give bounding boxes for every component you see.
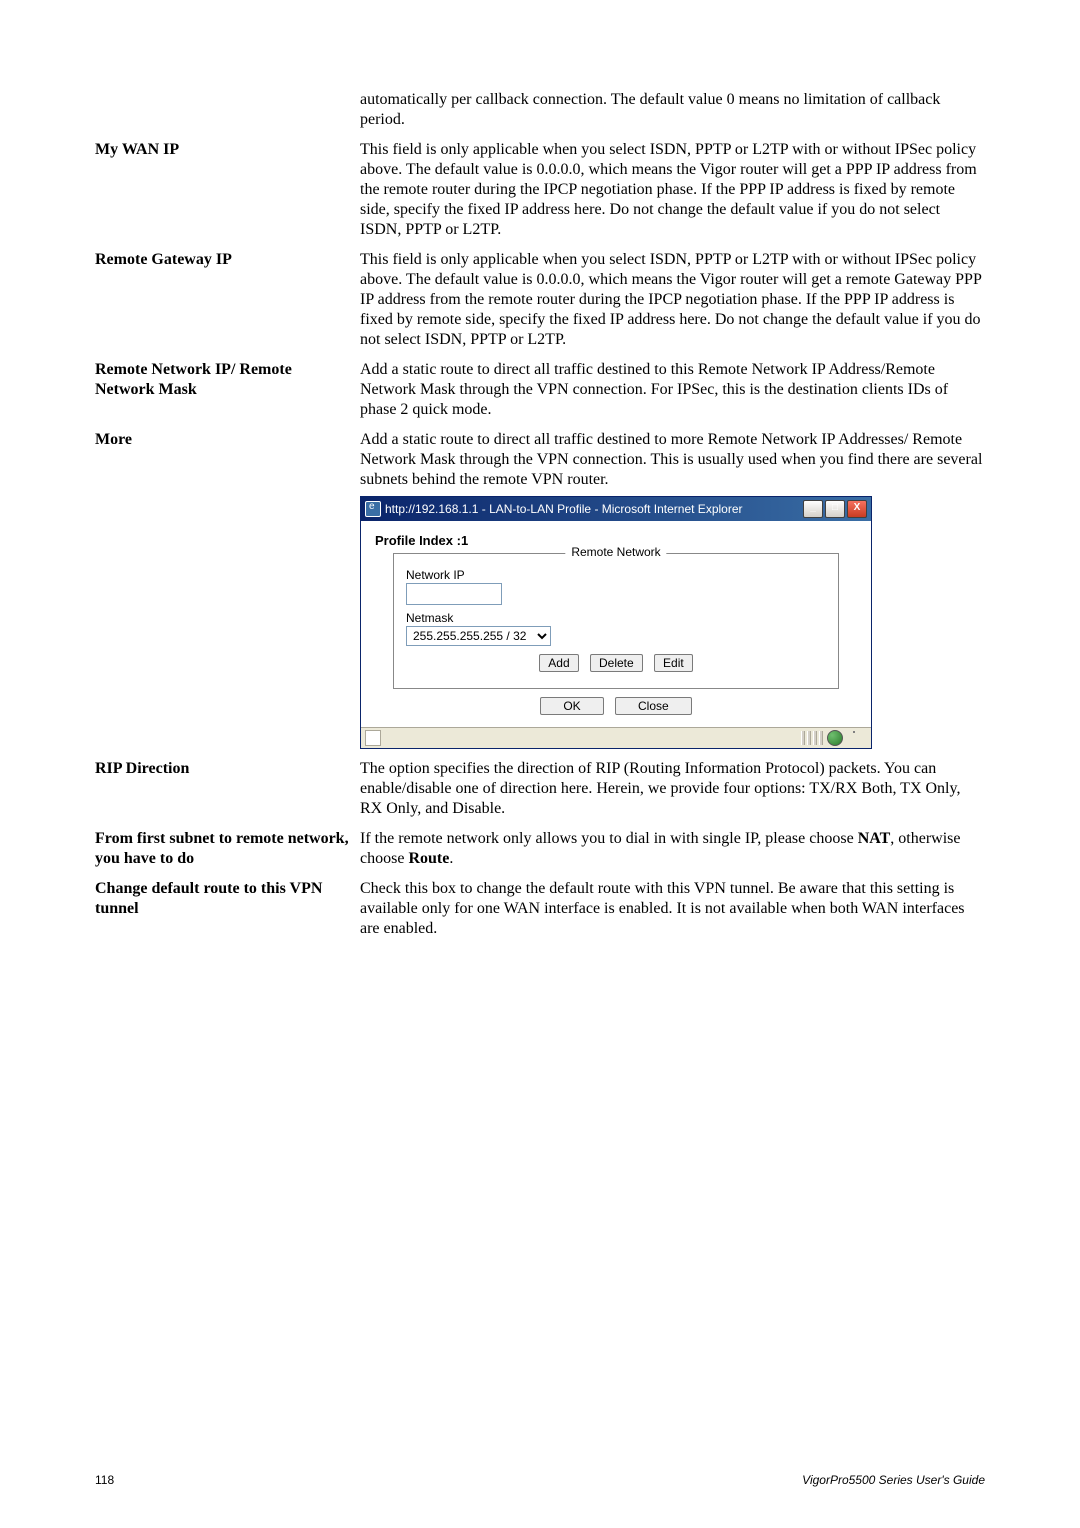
row-rip-direction: RIP Direction The option specifies the d…: [95, 759, 985, 819]
label-remote-network: Remote Network IP/ Remote Network Mask: [95, 360, 360, 420]
desc-remote-gateway-ip: This field is only applicable when you s…: [360, 250, 985, 350]
label-my-wan-ip: My WAN IP: [95, 140, 360, 240]
row-change-default-route: Change default route to this VPN tunnel …: [95, 879, 985, 939]
dialog-button-row: OK Close: [375, 697, 857, 715]
label-more: More: [95, 430, 360, 749]
maximize-button[interactable]: □: [825, 500, 845, 518]
netmask-select[interactable]: 255.255.255.255 / 32: [406, 626, 551, 646]
footer-guide-title: VigorPro5500 Series User's Guide: [802, 1473, 985, 1488]
desc-first-subnet-suffix: .: [449, 850, 453, 867]
resize-grip-icon: [853, 731, 867, 745]
row-my-wan-ip: My WAN IP This field is only applicable …: [95, 140, 985, 240]
close-window-button[interactable]: X: [847, 500, 867, 518]
label-blank: [95, 90, 360, 130]
bold-nat: NAT: [858, 830, 891, 847]
remote-network-fieldset: Remote Network Network IP Netmask 255.25…: [393, 553, 839, 689]
network-ip-input[interactable]: [406, 583, 502, 605]
page-number: 118: [95, 1473, 114, 1488]
desc-more-text: Add a static route to direct all traffic…: [360, 431, 982, 488]
desc-remote-network: Add a static route to direct all traffic…: [360, 360, 985, 420]
titlebar: http://192.168.1.1 - LAN-to-LAN Profile …: [361, 497, 871, 521]
desc-more: Add a static route to direct all traffic…: [360, 430, 985, 749]
label-first-subnet: From first subnet to remote network, you…: [95, 829, 360, 869]
row-more: More Add a static route to direct all tr…: [95, 430, 985, 749]
status-left-icon: [365, 730, 381, 746]
row-first-subnet: From first subnet to remote network, you…: [95, 829, 985, 869]
desc-my-wan-ip: This field is only applicable when you s…: [360, 140, 985, 240]
lan-profile-dialog: http://192.168.1.1 - LAN-to-LAN Profile …: [360, 496, 872, 749]
internet-zone-icon: [827, 730, 843, 746]
edit-button[interactable]: Edit: [654, 654, 693, 672]
netmask-label: Netmask: [406, 611, 826, 626]
fieldset-legend: Remote Network: [565, 545, 666, 560]
row-continuation: automatically per callback connection. T…: [95, 90, 985, 130]
titlebar-left: http://192.168.1.1 - LAN-to-LAN Profile …: [365, 501, 743, 517]
ie-icon: [365, 501, 381, 517]
window-buttons: _ □ X: [803, 500, 867, 518]
bold-route: Route: [408, 850, 449, 867]
desc-rip-direction: The option specifies the direction of RI…: [360, 759, 985, 819]
page-footer: 118 VigorPro5500 Series User's Guide: [95, 1473, 985, 1488]
status-right: [801, 730, 867, 746]
desc-continuation: automatically per callback connection. T…: [360, 90, 985, 130]
row-remote-network: Remote Network IP/ Remote Network Mask A…: [95, 360, 985, 420]
ok-button[interactable]: OK: [540, 697, 603, 715]
desc-first-subnet-pre: If the remote network only allows you to…: [360, 830, 858, 847]
delete-button[interactable]: Delete: [590, 654, 643, 672]
close-button[interactable]: Close: [615, 697, 692, 715]
desc-first-subnet: If the remote network only allows you to…: [360, 829, 985, 869]
statusbar: [361, 727, 871, 748]
label-change-default-route: Change default route to this VPN tunnel: [95, 879, 360, 939]
fieldset-button-row: Add Delete Edit: [406, 654, 826, 672]
label-remote-gateway-ip: Remote Gateway IP: [95, 250, 360, 350]
add-button[interactable]: Add: [539, 654, 578, 672]
window-title: http://192.168.1.1 - LAN-to-LAN Profile …: [385, 502, 743, 517]
row-remote-gateway-ip: Remote Gateway IP This field is only app…: [95, 250, 985, 350]
network-ip-label: Network IP: [406, 568, 826, 583]
status-separators: [801, 731, 823, 745]
label-rip-direction: RIP Direction: [95, 759, 360, 819]
desc-change-default-route: Check this box to change the default rou…: [360, 879, 985, 939]
dialog-body: Profile Index :1 Remote Network Network …: [361, 521, 871, 727]
minimize-button[interactable]: _: [803, 500, 823, 518]
